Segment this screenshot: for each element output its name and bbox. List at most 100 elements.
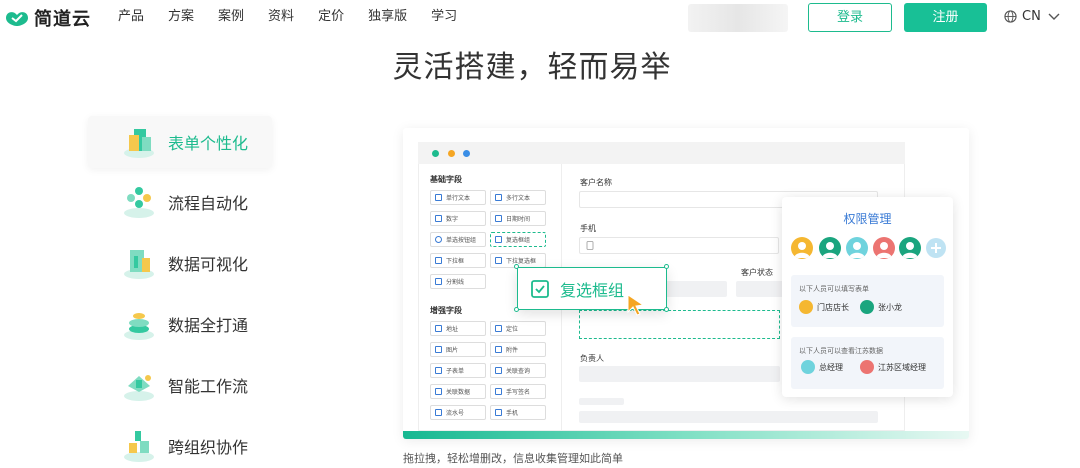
drop-zone[interactable] [579, 310, 780, 339]
placeholder-bar [736, 281, 784, 297]
feature-database[interactable]: 数据全打通 [88, 298, 272, 350]
field-chip[interactable]: 关联查询 [490, 363, 546, 378]
phone-icon [586, 241, 594, 250]
menu-item-pricing[interactable]: 定价 [318, 8, 344, 26]
feature-label: 流程自动化 [168, 194, 249, 213]
globe-icon [1004, 10, 1017, 23]
field-chip[interactable]: 多行文本 [490, 190, 546, 205]
menu-item-product[interactable]: 产品 [118, 8, 144, 26]
mockup-window-bar [418, 142, 905, 164]
window-dot-blue [463, 150, 470, 157]
mockup-accent-bar [403, 431, 969, 439]
login-button[interactable]: 登录 [808, 3, 892, 32]
fill-permission-title: 以下人员可以填写表单 [799, 285, 869, 293]
menu-item-resources[interactable]: 资料 [268, 8, 294, 26]
input-phone[interactable] [579, 237, 779, 254]
chart-icon [124, 250, 154, 279]
resize-handle[interactable] [514, 264, 519, 269]
register-button[interactable]: 注册 [904, 3, 987, 32]
window-dot-green [432, 150, 439, 157]
feature-collab[interactable]: 跨组织协作 [88, 420, 272, 468]
collab-icon [124, 431, 154, 462]
enhanced-fields-title: 增强字段 [430, 306, 462, 315]
main-menu: 产品 方案 案例 资料 定价 独享版 学习 [118, 8, 481, 26]
avatar [791, 237, 813, 259]
field-chip[interactable]: 地址 [430, 321, 486, 336]
logo-text: 简道云 [34, 9, 91, 30]
person-item: 门店店长 [799, 300, 849, 314]
field-chip[interactable]: 单选按钮组 [430, 232, 486, 247]
field-chip[interactable]: 手写签名 [490, 384, 546, 399]
menu-item-cases[interactable]: 案例 [218, 8, 244, 26]
resize-handle[interactable] [664, 307, 669, 312]
label-customer-status: 客户状态 [741, 268, 773, 277]
person-avatar [860, 300, 874, 314]
smart-flow-icon [124, 375, 154, 401]
person-avatar [860, 360, 874, 374]
view-permission-box: 以下人员可以查看江苏数据 总经理 江苏区域经理 [791, 337, 944, 389]
person-item: 总经理 [801, 360, 843, 374]
label-phone: 手机 [580, 224, 596, 233]
field-chip[interactable]: 下拉框 [430, 253, 486, 268]
avatar [873, 237, 895, 259]
field-chip[interactable]: 流水号 [430, 405, 486, 420]
placeholder-bar [579, 411, 878, 423]
feature-label: 数据可视化 [168, 255, 249, 274]
checkbox-icon [531, 279, 549, 298]
field-chip[interactable]: 单行文本 [430, 190, 486, 205]
feature-label: 智能工作流 [168, 377, 249, 396]
logo-icon [6, 12, 28, 26]
field-chip[interactable]: 附件 [490, 342, 546, 357]
window-dot-orange [448, 150, 455, 157]
resize-handle[interactable] [514, 307, 519, 312]
feature-chart[interactable]: 数据可视化 [88, 237, 272, 289]
field-chip[interactable]: 关联数据 [430, 384, 486, 399]
placeholder-bar [579, 366, 780, 382]
person-avatar [799, 300, 813, 314]
menu-item-private[interactable]: 独享版 [368, 8, 407, 26]
workflow-icon [124, 187, 154, 218]
menu-item-solution[interactable]: 方案 [168, 8, 194, 26]
feature-label: 跨组织协作 [168, 438, 249, 457]
field-chip-checkbox-group[interactable]: 复选框组 [490, 232, 546, 247]
field-chip[interactable]: 图片 [430, 342, 486, 357]
feature-label: 表单个性化 [168, 134, 249, 153]
form-icon [124, 129, 154, 158]
cursor-icon [627, 294, 645, 316]
field-chip[interactable]: 日期时间 [490, 211, 546, 226]
feature-smart-flow[interactable]: 智能工作流 [88, 359, 272, 411]
label-owner: 负责人 [580, 354, 604, 363]
feature-workflow[interactable]: 流程自动化 [88, 176, 272, 228]
section-headline: 灵活搭建，轻而易举 [392, 50, 672, 85]
mockup-caption: 拖拉拽，轻松增删改，信息收集管理如此简单 [403, 452, 623, 465]
basic-fields-title: 基础字段 [430, 175, 462, 184]
menu-item-learn[interactable]: 学习 [431, 8, 457, 26]
field-chip[interactable]: 子表单 [430, 363, 486, 378]
database-icon [124, 313, 154, 340]
field-chip[interactable]: 分割线 [430, 274, 486, 289]
person-avatar [801, 360, 815, 374]
field-chip[interactable]: 数字 [430, 211, 486, 226]
drag-label: 复选框组 [560, 280, 625, 300]
field-chip[interactable]: 手机 [490, 405, 546, 420]
language-label: CN [1022, 9, 1041, 24]
field-chip[interactable]: 定位 [490, 321, 546, 336]
avatar [899, 237, 921, 259]
top-nav: 简道云 产品 方案 案例 资料 定价 独享版 学习 登录 注册 CN [0, 0, 1080, 36]
blurred-area [688, 4, 788, 32]
avatar [846, 237, 868, 259]
placeholder-bar [579, 398, 624, 405]
fill-permission-box: 以下人员可以填写表单 门店店长 张小龙 [791, 275, 944, 327]
resize-handle[interactable] [664, 264, 669, 269]
add-member-icon[interactable] [926, 238, 946, 258]
permission-title: 权限管理 [843, 212, 892, 226]
view-permission-title: 以下人员可以查看江苏数据 [799, 347, 883, 355]
feature-label: 数据全打通 [168, 316, 249, 335]
avatar [819, 237, 841, 259]
label-customer-name: 客户名称 [580, 178, 612, 187]
person-item: 张小龙 [860, 300, 902, 314]
language-selector[interactable]: CN [1004, 9, 1066, 24]
feature-form[interactable]: 表单个性化 [88, 116, 272, 168]
permission-card: 权限管理 以下人员可以填写表单 门店店长 张小龙 以下人员可以查看江苏数据 总经… [782, 197, 953, 397]
logo[interactable]: 简道云 [3, 6, 91, 30]
